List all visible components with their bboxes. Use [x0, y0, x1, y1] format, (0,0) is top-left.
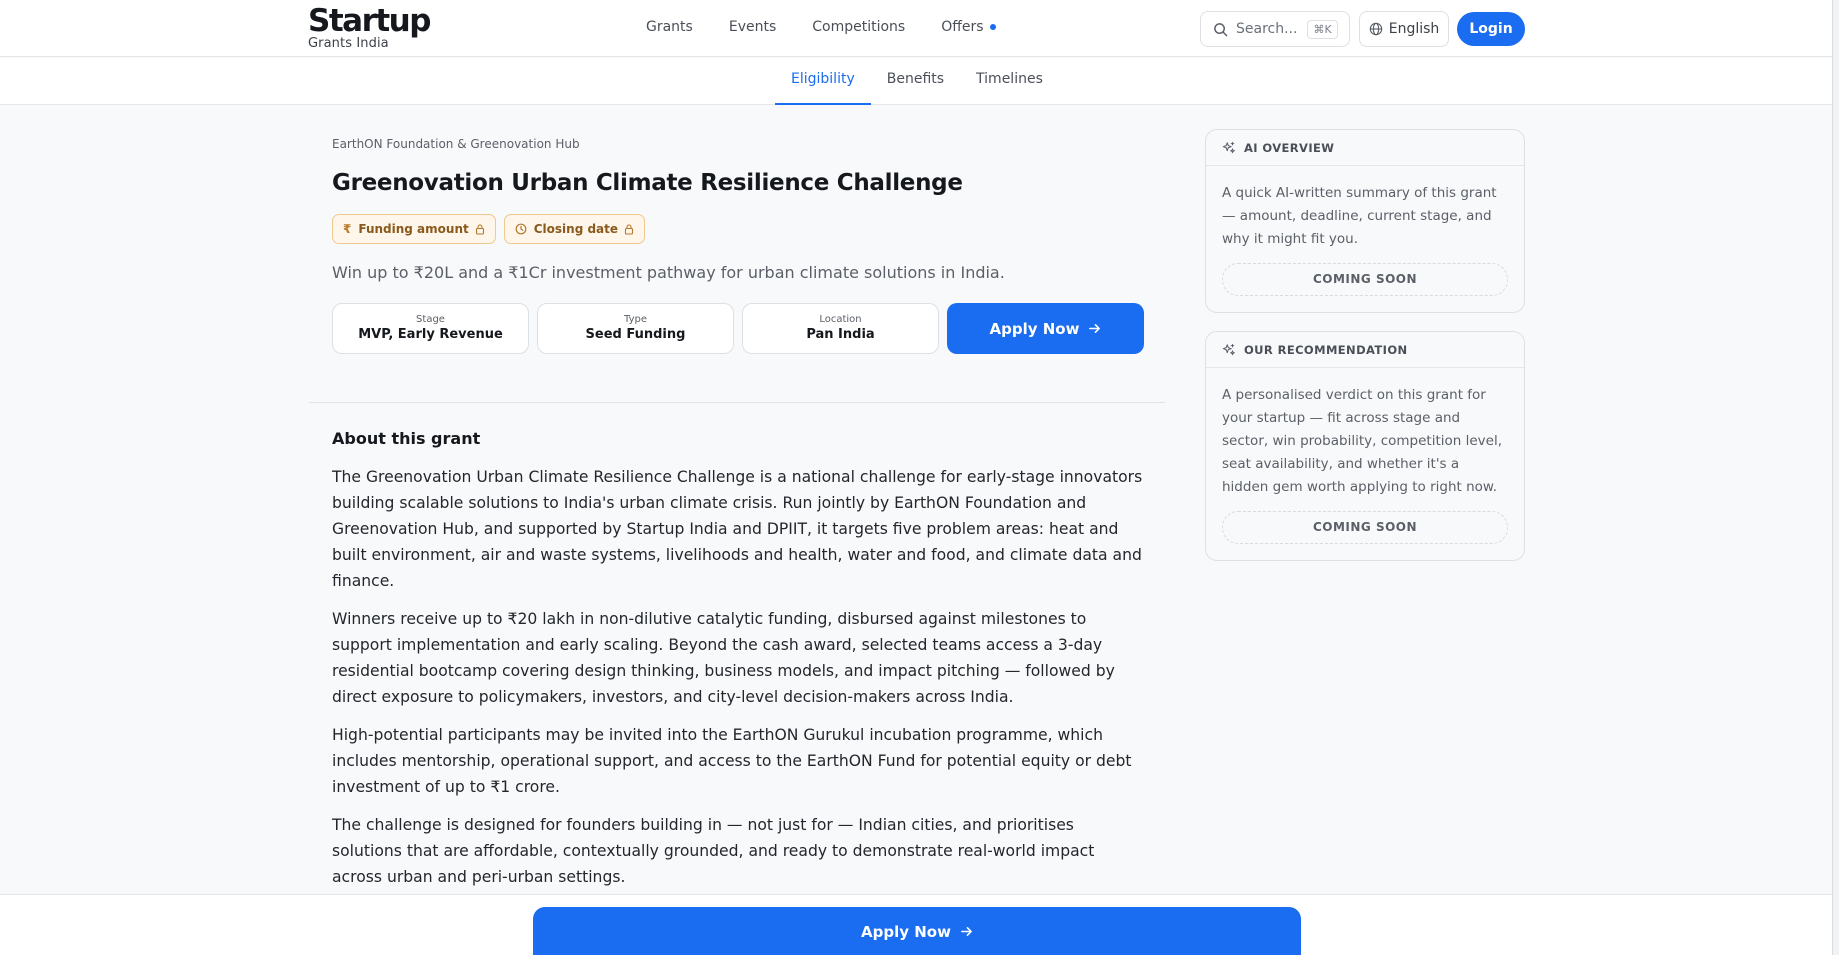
- bottom-sticky-bar: Apply Now: [0, 894, 1839, 955]
- globe-icon: [1369, 22, 1382, 36]
- lock-icon: [624, 223, 634, 235]
- language-label: English: [1388, 21, 1440, 37]
- logo[interactable]: Startup Grants India: [308, 3, 431, 51]
- nav-offers[interactable]: Offers: [941, 19, 996, 35]
- apply-now-label: Apply Now: [989, 319, 1080, 338]
- logo-main-text: Startup: [308, 3, 431, 39]
- recommendation-title: OUR RECOMMENDATION: [1244, 342, 1408, 357]
- search-icon: [1214, 22, 1228, 36]
- funding-amount-pill[interactable]: ₹ Funding amount: [332, 214, 496, 244]
- logo-sub-text: Grants India: [308, 36, 389, 51]
- about-body: The Greenovation Urban Climate Resilienc…: [332, 464, 1147, 902]
- section-tabs-bar: Eligibility Benefits Timelines: [0, 58, 1839, 105]
- about-paragraph: The challenge is designed for founders b…: [332, 816, 1095, 886]
- notification-dot: [989, 24, 996, 30]
- page-scrollbar[interactable]: [1832, 0, 1839, 955]
- closing-date-pill[interactable]: Closing date: [503, 214, 646, 244]
- section-tabs: Eligibility Benefits Timelines: [775, 58, 1059, 105]
- stat-label: Type: [624, 314, 647, 325]
- nav-offers-label: Offers: [941, 19, 984, 35]
- grant-stats-row: Stage MVP, Early Revenue Type Seed Fundi…: [332, 303, 1144, 354]
- nav-grants[interactable]: Grants: [646, 19, 693, 35]
- about-paragraph: The Greenovation Urban Climate Resilienc…: [332, 468, 1143, 590]
- tab-timelines[interactable]: Timelines: [960, 58, 1059, 105]
- about-heading: About this grant: [332, 429, 481, 448]
- stat-label: Location: [819, 314, 862, 325]
- login-button[interactable]: Login: [1457, 12, 1525, 46]
- about-paragraph: High-potential participants may be invit…: [332, 726, 1132, 796]
- recommendation-card: OUR RECOMMENDATION A personalised verdic…: [1205, 331, 1525, 561]
- stat-stage: Stage MVP, Early Revenue: [332, 303, 529, 354]
- recommendation-text: A personalised verdict on this grant for…: [1222, 387, 1502, 495]
- tab-eligibility[interactable]: Eligibility: [775, 58, 871, 105]
- sparkles-icon: [1222, 343, 1235, 355]
- nav-competitions[interactable]: Competitions: [812, 19, 905, 35]
- sticky-apply-now-button[interactable]: Apply Now: [533, 907, 1301, 955]
- recommendation-header: OUR RECOMMENDATION: [1206, 332, 1524, 368]
- grant-title: Greenovation Urban Climate Resilience Ch…: [332, 170, 963, 196]
- funding-amount-label: Funding amount: [358, 222, 469, 236]
- section-divider: [309, 402, 1165, 403]
- main-nav: Grants Events Competitions Offers: [646, 19, 1032, 35]
- rupee-icon: ₹: [343, 222, 352, 236]
- stat-value: Pan India: [806, 327, 875, 342]
- top-header: Startup Grants India Grants Events Compe…: [0, 0, 1839, 57]
- grant-organization: EarthON Foundation & Greenovation Hub: [332, 137, 580, 151]
- arrow-right-icon: [961, 926, 972, 937]
- coming-soon-badge: COMING SOON: [1222, 511, 1508, 544]
- arrow-right-icon: [1089, 323, 1101, 334]
- language-selector[interactable]: English: [1359, 11, 1449, 47]
- stat-location: Location Pan India: [742, 303, 939, 354]
- stat-value: MVP, Early Revenue: [358, 327, 503, 342]
- search-placeholder: Search...: [1236, 21, 1298, 37]
- recommendation-body: A personalised verdict on this grant for…: [1206, 368, 1524, 560]
- clock-icon: [515, 223, 527, 235]
- stat-label: Stage: [416, 314, 445, 325]
- nav-events[interactable]: Events: [729, 19, 776, 35]
- sparkles-icon: [1222, 141, 1235, 153]
- locked-pills: ₹ Funding amount Closing date: [332, 214, 646, 244]
- grant-tagline: Win up to ₹20L and a ₹1Cr investment pat…: [332, 263, 1005, 282]
- ai-overview-text: A quick AI-written summary of this grant…: [1222, 185, 1497, 247]
- ai-overview-title: AI OVERVIEW: [1244, 140, 1335, 155]
- about-paragraph: Winners receive up to ₹20 lakh in non-di…: [332, 610, 1115, 706]
- closing-date-label: Closing date: [533, 222, 619, 236]
- tab-benefits[interactable]: Benefits: [871, 58, 960, 105]
- ai-overview-header: AI OVERVIEW: [1206, 130, 1524, 166]
- apply-now-label: Apply Now: [861, 922, 951, 941]
- stat-type: Type Seed Funding: [537, 303, 734, 354]
- coming-soon-badge: COMING SOON: [1222, 263, 1508, 296]
- ai-overview-body: A quick AI-written summary of this grant…: [1206, 166, 1524, 312]
- search-box[interactable]: Search... ⌘K: [1200, 11, 1350, 47]
- lock-icon: [475, 223, 484, 235]
- ai-overview-card: AI OVERVIEW A quick AI-written summary o…: [1205, 129, 1525, 313]
- stat-value: Seed Funding: [585, 327, 686, 342]
- search-shortcut: ⌘K: [1307, 19, 1338, 39]
- apply-now-button[interactable]: Apply Now: [947, 303, 1144, 354]
